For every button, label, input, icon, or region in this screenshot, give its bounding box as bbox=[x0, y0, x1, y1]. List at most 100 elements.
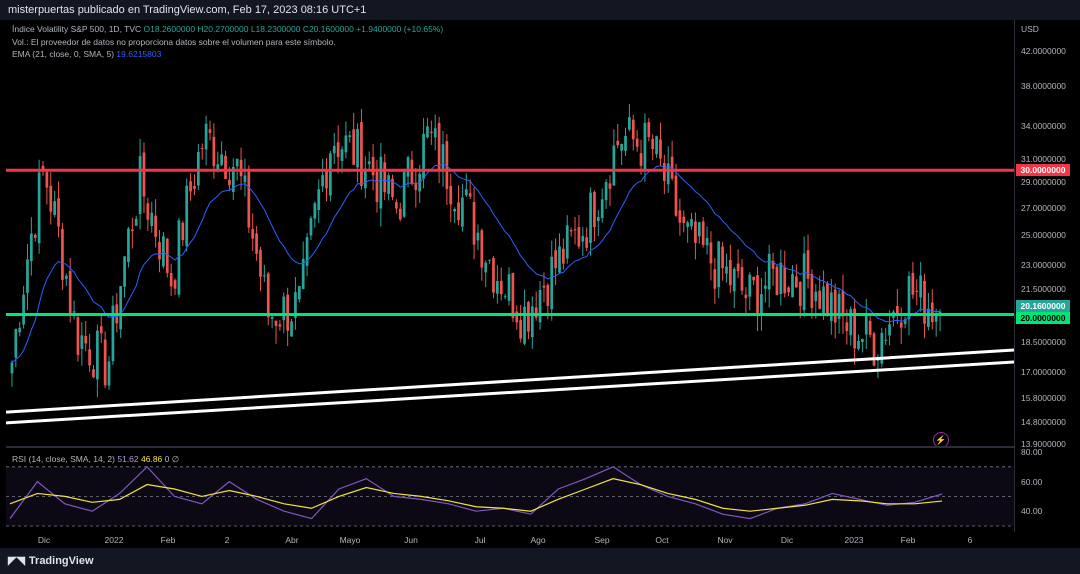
candle bbox=[775, 266, 779, 296]
candle bbox=[488, 259, 491, 261]
legend-ema-label[interactable]: EMA (21, close, 0, SMA, 5) bbox=[12, 49, 114, 59]
candle bbox=[173, 280, 177, 289]
legend-rsi-label[interactable]: RSI (14, close, SMA, 14, 2) bbox=[12, 454, 115, 464]
candle bbox=[313, 203, 317, 219]
candle bbox=[868, 320, 872, 335]
candle bbox=[604, 182, 608, 201]
candle bbox=[534, 307, 538, 318]
candle bbox=[822, 286, 825, 316]
candle bbox=[26, 259, 29, 293]
candle bbox=[146, 203, 150, 220]
candle bbox=[476, 232, 480, 241]
candle bbox=[332, 146, 336, 154]
candle bbox=[787, 287, 790, 293]
candle bbox=[907, 275, 911, 320]
price-axis[interactable]: USD 42.0000000 38.0000000 34.0000000 31.000… bbox=[1014, 20, 1080, 532]
legend-symbol[interactable]: Índice Volatility S&P 500, 1D, TVC bbox=[12, 24, 141, 34]
candle bbox=[336, 142, 340, 158]
candle bbox=[833, 289, 837, 323]
candle bbox=[589, 192, 592, 244]
rsi-axis-tick: 80.00 bbox=[1021, 447, 1043, 457]
rsi-axis-tick: 40.00 bbox=[1021, 506, 1043, 517]
candle bbox=[763, 285, 767, 289]
candle bbox=[701, 221, 705, 245]
candle bbox=[317, 189, 321, 210]
candle bbox=[406, 157, 410, 177]
candle bbox=[818, 290, 822, 309]
candle bbox=[14, 329, 18, 358]
candle bbox=[899, 322, 903, 328]
time-axis-tick: Mayo bbox=[339, 535, 361, 545]
price-axis-tick: 29.0000000 bbox=[1021, 177, 1066, 188]
candle bbox=[375, 171, 379, 202]
candle bbox=[884, 339, 888, 341]
candle bbox=[795, 276, 798, 288]
candle bbox=[934, 315, 938, 322]
candle bbox=[274, 320, 278, 327]
candle bbox=[861, 338, 864, 343]
time-axis-tick: Feb bbox=[160, 535, 176, 545]
legend-rsi-extra: 0 ∅ bbox=[164, 454, 180, 464]
candle bbox=[748, 274, 752, 297]
candle bbox=[10, 362, 14, 374]
trendline bbox=[6, 360, 1014, 425]
candle bbox=[468, 193, 472, 197]
candle bbox=[278, 324, 282, 327]
candle bbox=[426, 126, 429, 138]
candle bbox=[185, 185, 189, 246]
legend-rsi-row: RSI (14, close, SMA, 14, 2) 51.62 46.86 … bbox=[12, 454, 179, 465]
time-axis-tick: Dic bbox=[37, 535, 51, 545]
candle bbox=[142, 152, 146, 197]
price-axis-tick: 17.0000000 bbox=[1021, 367, 1066, 378]
time-axis-tick: Ago bbox=[530, 535, 546, 545]
candle bbox=[99, 326, 103, 334]
candle bbox=[527, 302, 530, 332]
candle bbox=[379, 156, 383, 209]
rsi-axis-tick: 60.00 bbox=[1021, 476, 1043, 487]
candle bbox=[80, 335, 84, 349]
candle bbox=[410, 159, 414, 185]
time-axis-tick: Nov bbox=[717, 535, 733, 545]
legend-rsi-value: 51.62 bbox=[117, 454, 139, 464]
currency-label: USD bbox=[1021, 24, 1039, 34]
tradingview-logo[interactable]: ◤◥ TradingView bbox=[8, 554, 94, 567]
candle bbox=[810, 273, 814, 309]
candle bbox=[783, 267, 787, 294]
candle bbox=[760, 294, 763, 316]
price-axis-tick: 23.0000000 bbox=[1021, 259, 1066, 270]
candle bbox=[329, 153, 332, 196]
price-axis-tick: 21.5000000 bbox=[1021, 283, 1066, 294]
legend-symbol-row: Índice Volatility S&P 500, 1D, TVC O18.2… bbox=[12, 24, 443, 34]
candle bbox=[600, 199, 604, 219]
price-chart[interactable] bbox=[6, 20, 1014, 446]
publisher-info: misterpuertas publicado en TradingView.c… bbox=[8, 4, 367, 16]
candle bbox=[243, 175, 247, 183]
legend-ema-row: EMA (21, close, 0, SMA, 5) 19.6215803 bbox=[12, 49, 161, 59]
candle bbox=[593, 192, 596, 228]
candle bbox=[18, 327, 22, 333]
candle bbox=[709, 242, 713, 264]
price-axis-tick: 31.0000000 bbox=[1021, 153, 1066, 164]
candle bbox=[398, 208, 402, 220]
candle bbox=[138, 156, 142, 215]
price-pane[interactable]: Índice Volatility S&P 500, 1D, TVC O18.2… bbox=[6, 20, 1014, 446]
time-axis-tick: Oct bbox=[655, 535, 669, 545]
candle bbox=[798, 281, 802, 306]
time-axis[interactable]: Dic 2022 Feb 2 Abr Mayo Jun Jul Ago Sep Oct Nov Dic 2… bbox=[6, 532, 1014, 548]
candle bbox=[402, 171, 406, 217]
candle bbox=[558, 246, 561, 273]
candle bbox=[204, 123, 208, 150]
rsi-pane[interactable]: RSI (14, close, SMA, 14, 2) 51.62 46.86 … bbox=[6, 448, 1014, 530]
candle bbox=[255, 233, 258, 254]
candle bbox=[107, 361, 111, 386]
candle bbox=[530, 306, 534, 338]
candle bbox=[682, 216, 686, 223]
bottom-bar: ◤◥ TradingView bbox=[0, 548, 1080, 574]
candle bbox=[915, 290, 919, 292]
price-axis-tick: 27.0000000 bbox=[1021, 202, 1066, 213]
candle bbox=[228, 179, 231, 186]
support-price-tag: 20.0000000 bbox=[1016, 311, 1070, 324]
candle bbox=[581, 236, 585, 242]
candle bbox=[612, 145, 616, 186]
candle bbox=[872, 333, 876, 366]
